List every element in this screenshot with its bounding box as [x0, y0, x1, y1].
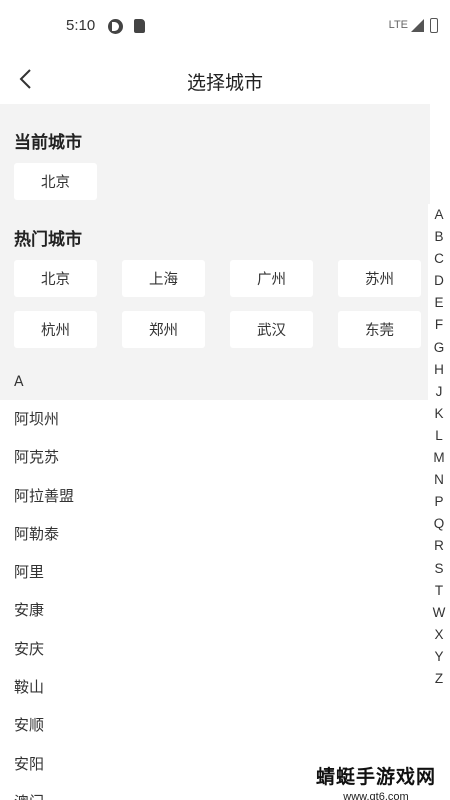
- index-letter[interactable]: D: [428, 270, 450, 292]
- watermark: 蜻蜓手游戏网 www.qt6.com: [316, 762, 436, 800]
- hot-city-chip[interactable]: 广州: [230, 260, 313, 297]
- city-list-item[interactable]: 阿拉善盟: [0, 477, 430, 515]
- index-letter[interactable]: F: [428, 314, 450, 336]
- city-list-item[interactable]: 阿克苏: [0, 438, 430, 476]
- index-letter[interactable]: H: [428, 359, 450, 381]
- index-letter[interactable]: X: [428, 624, 450, 646]
- hot-city-chip[interactable]: 东莞: [338, 311, 421, 348]
- group-header-a: A: [0, 364, 430, 400]
- city-list-item[interactable]: 鞍山: [0, 668, 430, 706]
- index-letter[interactable]: B: [428, 226, 450, 248]
- index-letter[interactable]: T: [428, 580, 450, 602]
- hot-city-chip[interactable]: 武汉: [230, 311, 313, 348]
- index-letter[interactable]: W: [428, 602, 450, 624]
- index-letter[interactable]: M: [428, 447, 450, 469]
- hot-city-chip[interactable]: 郑州: [122, 311, 205, 348]
- watermark-main-text: 蜻蜓手游戏网: [315, 766, 436, 788]
- sd-card-icon: [134, 19, 145, 33]
- index-letter[interactable]: G: [428, 337, 450, 359]
- hot-city-chip[interactable]: 杭州: [14, 311, 97, 348]
- city-list-item[interactable]: 安庆: [0, 630, 430, 668]
- index-letter[interactable]: Z: [428, 668, 450, 690]
- page-title: 选择城市: [186, 72, 263, 94]
- index-letter[interactable]: Q: [428, 513, 450, 535]
- index-letter[interactable]: N: [428, 469, 450, 491]
- battery-icon: [430, 18, 438, 33]
- city-list-item[interactable]: 阿勒泰: [0, 515, 430, 553]
- index-letter[interactable]: J: [428, 381, 450, 403]
- network-type-label: LTE: [388, 19, 408, 31]
- current-city-title: 当前城市: [14, 133, 82, 153]
- hot-city-chip[interactable]: 苏州: [338, 260, 421, 297]
- status-bar: 5:10 LTE: [0, 0, 450, 54]
- data-saver-icon: [108, 19, 123, 34]
- city-list-item[interactable]: 阿坝州: [0, 400, 430, 438]
- top-section: 当前城市 北京 热门城市 北京 上海 广州 苏州 杭州 郑州 武汉 东莞: [0, 104, 430, 400]
- header: 选择城市: [0, 54, 450, 104]
- index-letter[interactable]: R: [428, 535, 450, 557]
- current-city-chip[interactable]: 北京: [14, 163, 97, 200]
- status-time: 5:10: [66, 17, 96, 34]
- city-list-item[interactable]: 安顺: [0, 706, 430, 744]
- hot-cities-title: 热门城市: [14, 230, 82, 250]
- index-letter[interactable]: A: [428, 204, 450, 226]
- signal-icon: [411, 19, 424, 32]
- index-letter[interactable]: E: [428, 292, 450, 314]
- hot-city-chip[interactable]: 北京: [14, 260, 97, 297]
- city-list-item[interactable]: 安康: [0, 591, 430, 629]
- watermark-url: www.qt6.com: [343, 791, 409, 800]
- alphabet-index-bar[interactable]: A B C D E F G H J K L M N P Q R S T W X …: [428, 204, 450, 690]
- index-letter[interactable]: S: [428, 558, 450, 580]
- index-letter[interactable]: L: [428, 425, 450, 447]
- city-list: 阿坝州 阿克苏 阿拉善盟 阿勒泰 阿里 安康 安庆 鞍山 安顺 安阳 澳门: [0, 400, 430, 800]
- city-list-item[interactable]: 阿里: [0, 553, 430, 591]
- index-letter[interactable]: C: [428, 248, 450, 270]
- index-letter[interactable]: K: [428, 403, 450, 425]
- index-letter[interactable]: Y: [428, 646, 450, 668]
- index-letter[interactable]: P: [428, 491, 450, 513]
- hot-city-chip[interactable]: 上海: [122, 260, 205, 297]
